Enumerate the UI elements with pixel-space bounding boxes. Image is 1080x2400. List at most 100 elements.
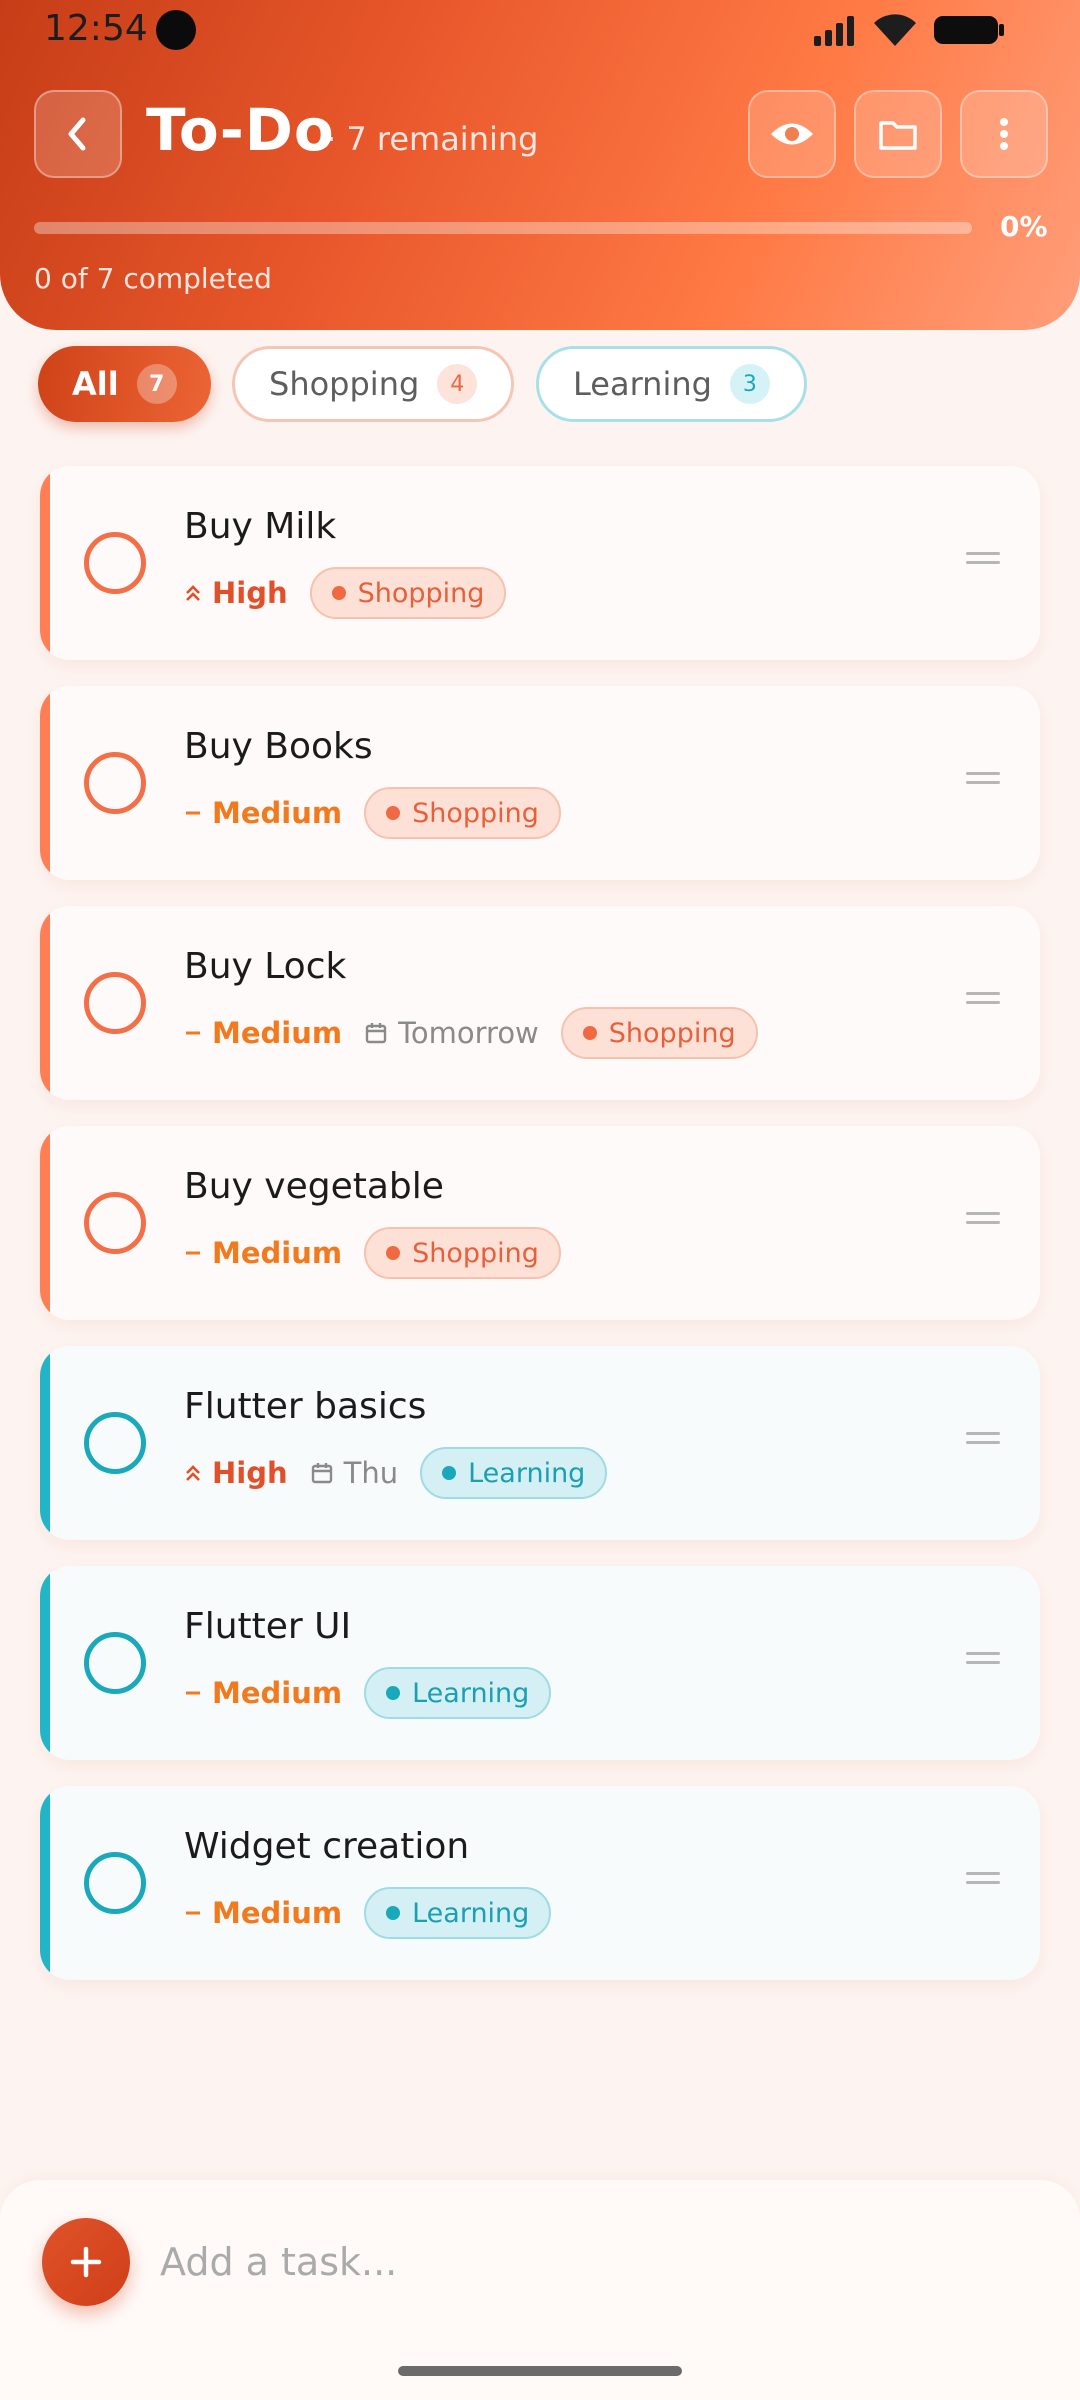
category-tag: Shopping — [364, 787, 561, 839]
drag-handle-icon[interactable] — [966, 1212, 1000, 1232]
category-tag: Learning — [364, 1887, 552, 1939]
priority-indicator: High — [184, 1456, 288, 1490]
folder-icon — [879, 121, 917, 150]
complete-checkbox[interactable] — [84, 1632, 146, 1694]
progress-bar — [34, 222, 972, 234]
filter-chip-learning[interactable]: Learning 3 — [536, 346, 807, 422]
drag-handle-icon[interactable] — [966, 772, 1000, 792]
priority-label: Medium — [212, 1236, 343, 1270]
tag-label: Shopping — [412, 1237, 539, 1269]
complete-checkbox[interactable] — [84, 752, 146, 814]
add-task-button[interactable] — [42, 2218, 130, 2306]
page-title: To-Do — [146, 96, 335, 164]
complete-checkbox[interactable] — [84, 1192, 146, 1254]
wifi-icon — [874, 14, 916, 46]
calendar-icon — [365, 1023, 387, 1044]
back-button[interactable] — [34, 90, 122, 178]
task-card[interactable]: Buy Books Medium Shopping — [40, 686, 1040, 880]
double-chevron-up-icon — [186, 585, 200, 601]
chip-count-badge: 4 — [437, 364, 478, 404]
priority-label: Medium — [212, 1016, 343, 1050]
complete-checkbox[interactable] — [84, 1412, 146, 1474]
category-stripe — [40, 1566, 50, 1760]
chip-count-badge: 7 — [136, 364, 177, 404]
task-meta: Medium Tomorrow Shopping — [184, 1006, 758, 1060]
home-indicator[interactable] — [398, 2366, 682, 2376]
folder-button[interactable] — [854, 90, 942, 178]
dash-icon — [186, 1251, 200, 1255]
category-stripe — [40, 906, 50, 1100]
tag-dot — [386, 1906, 401, 1920]
task-card[interactable]: Widget creation Medium Learning — [40, 1786, 1040, 1980]
tag-label: Shopping — [357, 577, 485, 609]
more-menu-button[interactable] — [960, 90, 1048, 178]
add-task-bar — [0, 2180, 1080, 2400]
complete-checkbox[interactable] — [84, 972, 146, 1034]
drag-handle-icon[interactable] — [966, 992, 1000, 1012]
filter-chip-shopping[interactable]: Shopping 4 — [232, 346, 515, 422]
tag-dot — [331, 586, 346, 600]
category-stripe — [40, 1126, 50, 1320]
drag-handle-icon[interactable] — [966, 552, 1000, 572]
complete-checkbox[interactable] — [84, 1852, 146, 1914]
chip-count-badge: 3 — [729, 364, 770, 404]
status-time: 12:54 — [44, 8, 148, 49]
progress-percent: 0% — [1000, 210, 1048, 243]
task-meta: Medium Learning — [184, 1886, 552, 1940]
due-date: Thu — [310, 1456, 398, 1490]
task-title: Buy Milk — [184, 506, 337, 547]
priority-indicator: Medium — [184, 796, 342, 830]
priority-indicator: Medium — [184, 1676, 342, 1710]
double-chevron-up-icon — [186, 1465, 200, 1481]
view-button[interactable] — [748, 90, 836, 178]
priority-label: Medium — [212, 796, 343, 830]
category-tag: Learning — [420, 1447, 608, 1499]
tag-label: Learning — [412, 1897, 530, 1929]
remaining-count: · 7 remaining — [326, 120, 539, 158]
task-card[interactable]: Buy Milk High Shopping — [40, 466, 1040, 660]
chip-label: All — [72, 365, 119, 403]
add-task-input[interactable] — [160, 2226, 1020, 2298]
task-meta: High Shopping — [184, 566, 507, 620]
tag-label: Shopping — [608, 1017, 736, 1049]
category-stripe — [40, 1786, 50, 1980]
header: 12:54 To-Do · 7 remaining 0% 0 of 7 comp… — [0, 0, 1080, 330]
task-card[interactable]: Buy Lock Medium Tomorrow Shopping — [40, 906, 1040, 1100]
status-bar: 12:54 — [0, 0, 1080, 60]
dash-icon — [186, 1911, 200, 1915]
camera-cutout — [156, 10, 196, 50]
tag-dot — [582, 1026, 597, 1040]
complete-checkbox[interactable] — [84, 532, 146, 594]
eye-icon — [771, 123, 813, 145]
task-card[interactable]: Flutter UI Medium Learning — [40, 1566, 1040, 1760]
tag-label: Shopping — [412, 797, 539, 829]
task-title: Flutter UI — [184, 1606, 352, 1647]
chevron-left-icon — [68, 117, 86, 151]
task-card[interactable]: Flutter basics High Thu Learning — [40, 1346, 1040, 1540]
priority-label: High — [212, 576, 288, 610]
tag-dot — [386, 806, 401, 820]
plus-icon — [70, 2246, 102, 2278]
drag-handle-icon[interactable] — [966, 1432, 1000, 1452]
chip-label: Shopping — [269, 365, 420, 403]
tag-dot — [442, 1466, 457, 1480]
priority-indicator: Medium — [184, 1896, 342, 1930]
task-title: Flutter basics — [184, 1386, 427, 1427]
task-title: Buy vegetable — [184, 1166, 444, 1207]
drag-handle-icon[interactable] — [966, 1872, 1000, 1892]
drag-handle-icon[interactable] — [966, 1652, 1000, 1672]
category-stripe — [40, 466, 50, 660]
filter-chip-all[interactable]: All 7 — [38, 346, 211, 422]
chip-label: Learning — [573, 365, 712, 403]
task-card[interactable]: Buy vegetable Medium Shopping — [40, 1126, 1040, 1320]
todo-app: 12:54 To-Do · 7 remaining 0% 0 of 7 comp… — [0, 0, 1080, 2400]
tag-label: Learning — [412, 1677, 530, 1709]
tag-dot — [386, 1686, 401, 1700]
dash-icon — [186, 811, 200, 815]
dash-icon — [186, 1691, 200, 1695]
task-title: Buy Books — [184, 726, 373, 767]
priority-label: High — [212, 1456, 288, 1490]
task-meta: High Thu Learning — [184, 1446, 608, 1500]
calendar-icon — [311, 1463, 332, 1484]
due-label: Thu — [343, 1456, 399, 1490]
